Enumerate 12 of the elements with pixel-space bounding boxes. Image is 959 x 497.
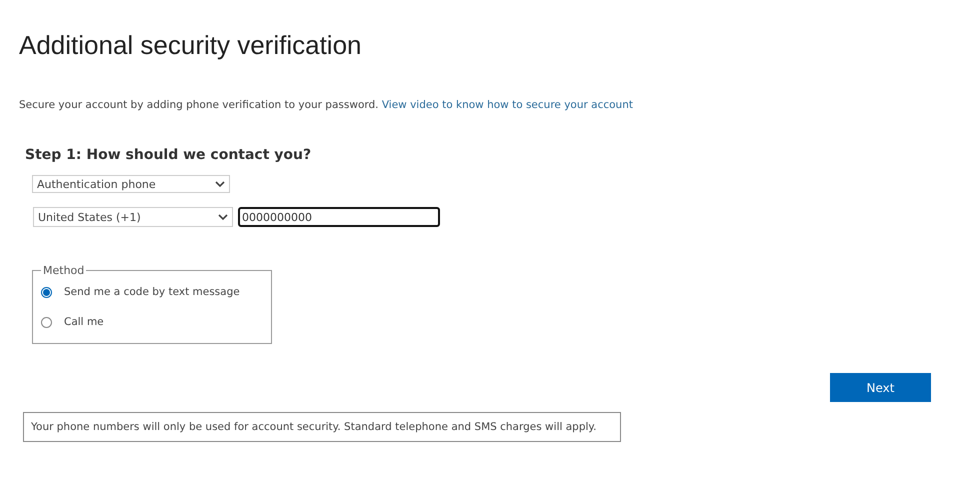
phone-field[interactable]: 0000000000 [238, 207, 440, 227]
step-heading: Step 1: How should we contact you? [25, 147, 312, 163]
page-title: Additional security verification [19, 30, 362, 61]
video-link[interactable]: View video to know how to secure your account [382, 99, 633, 111]
contact-type-select[interactable]: Authentication phone [32, 175, 230, 193]
notice-text: Your phone numbers will only be used for account security. Standard telephone and SMS charges will apply. [23, 412, 621, 442]
next-button[interactable]: Next [830, 373, 931, 402]
radio-label: Send me a code by text message [64, 286, 240, 298]
intro-text: Secure your account by adding phone verification to your password. View video to know how to secure your account [19, 99, 634, 111]
method-legend: Method [41, 264, 86, 277]
radio-label: Call me [64, 316, 104, 328]
country-select[interactable]: United States (+1) [33, 207, 233, 227]
